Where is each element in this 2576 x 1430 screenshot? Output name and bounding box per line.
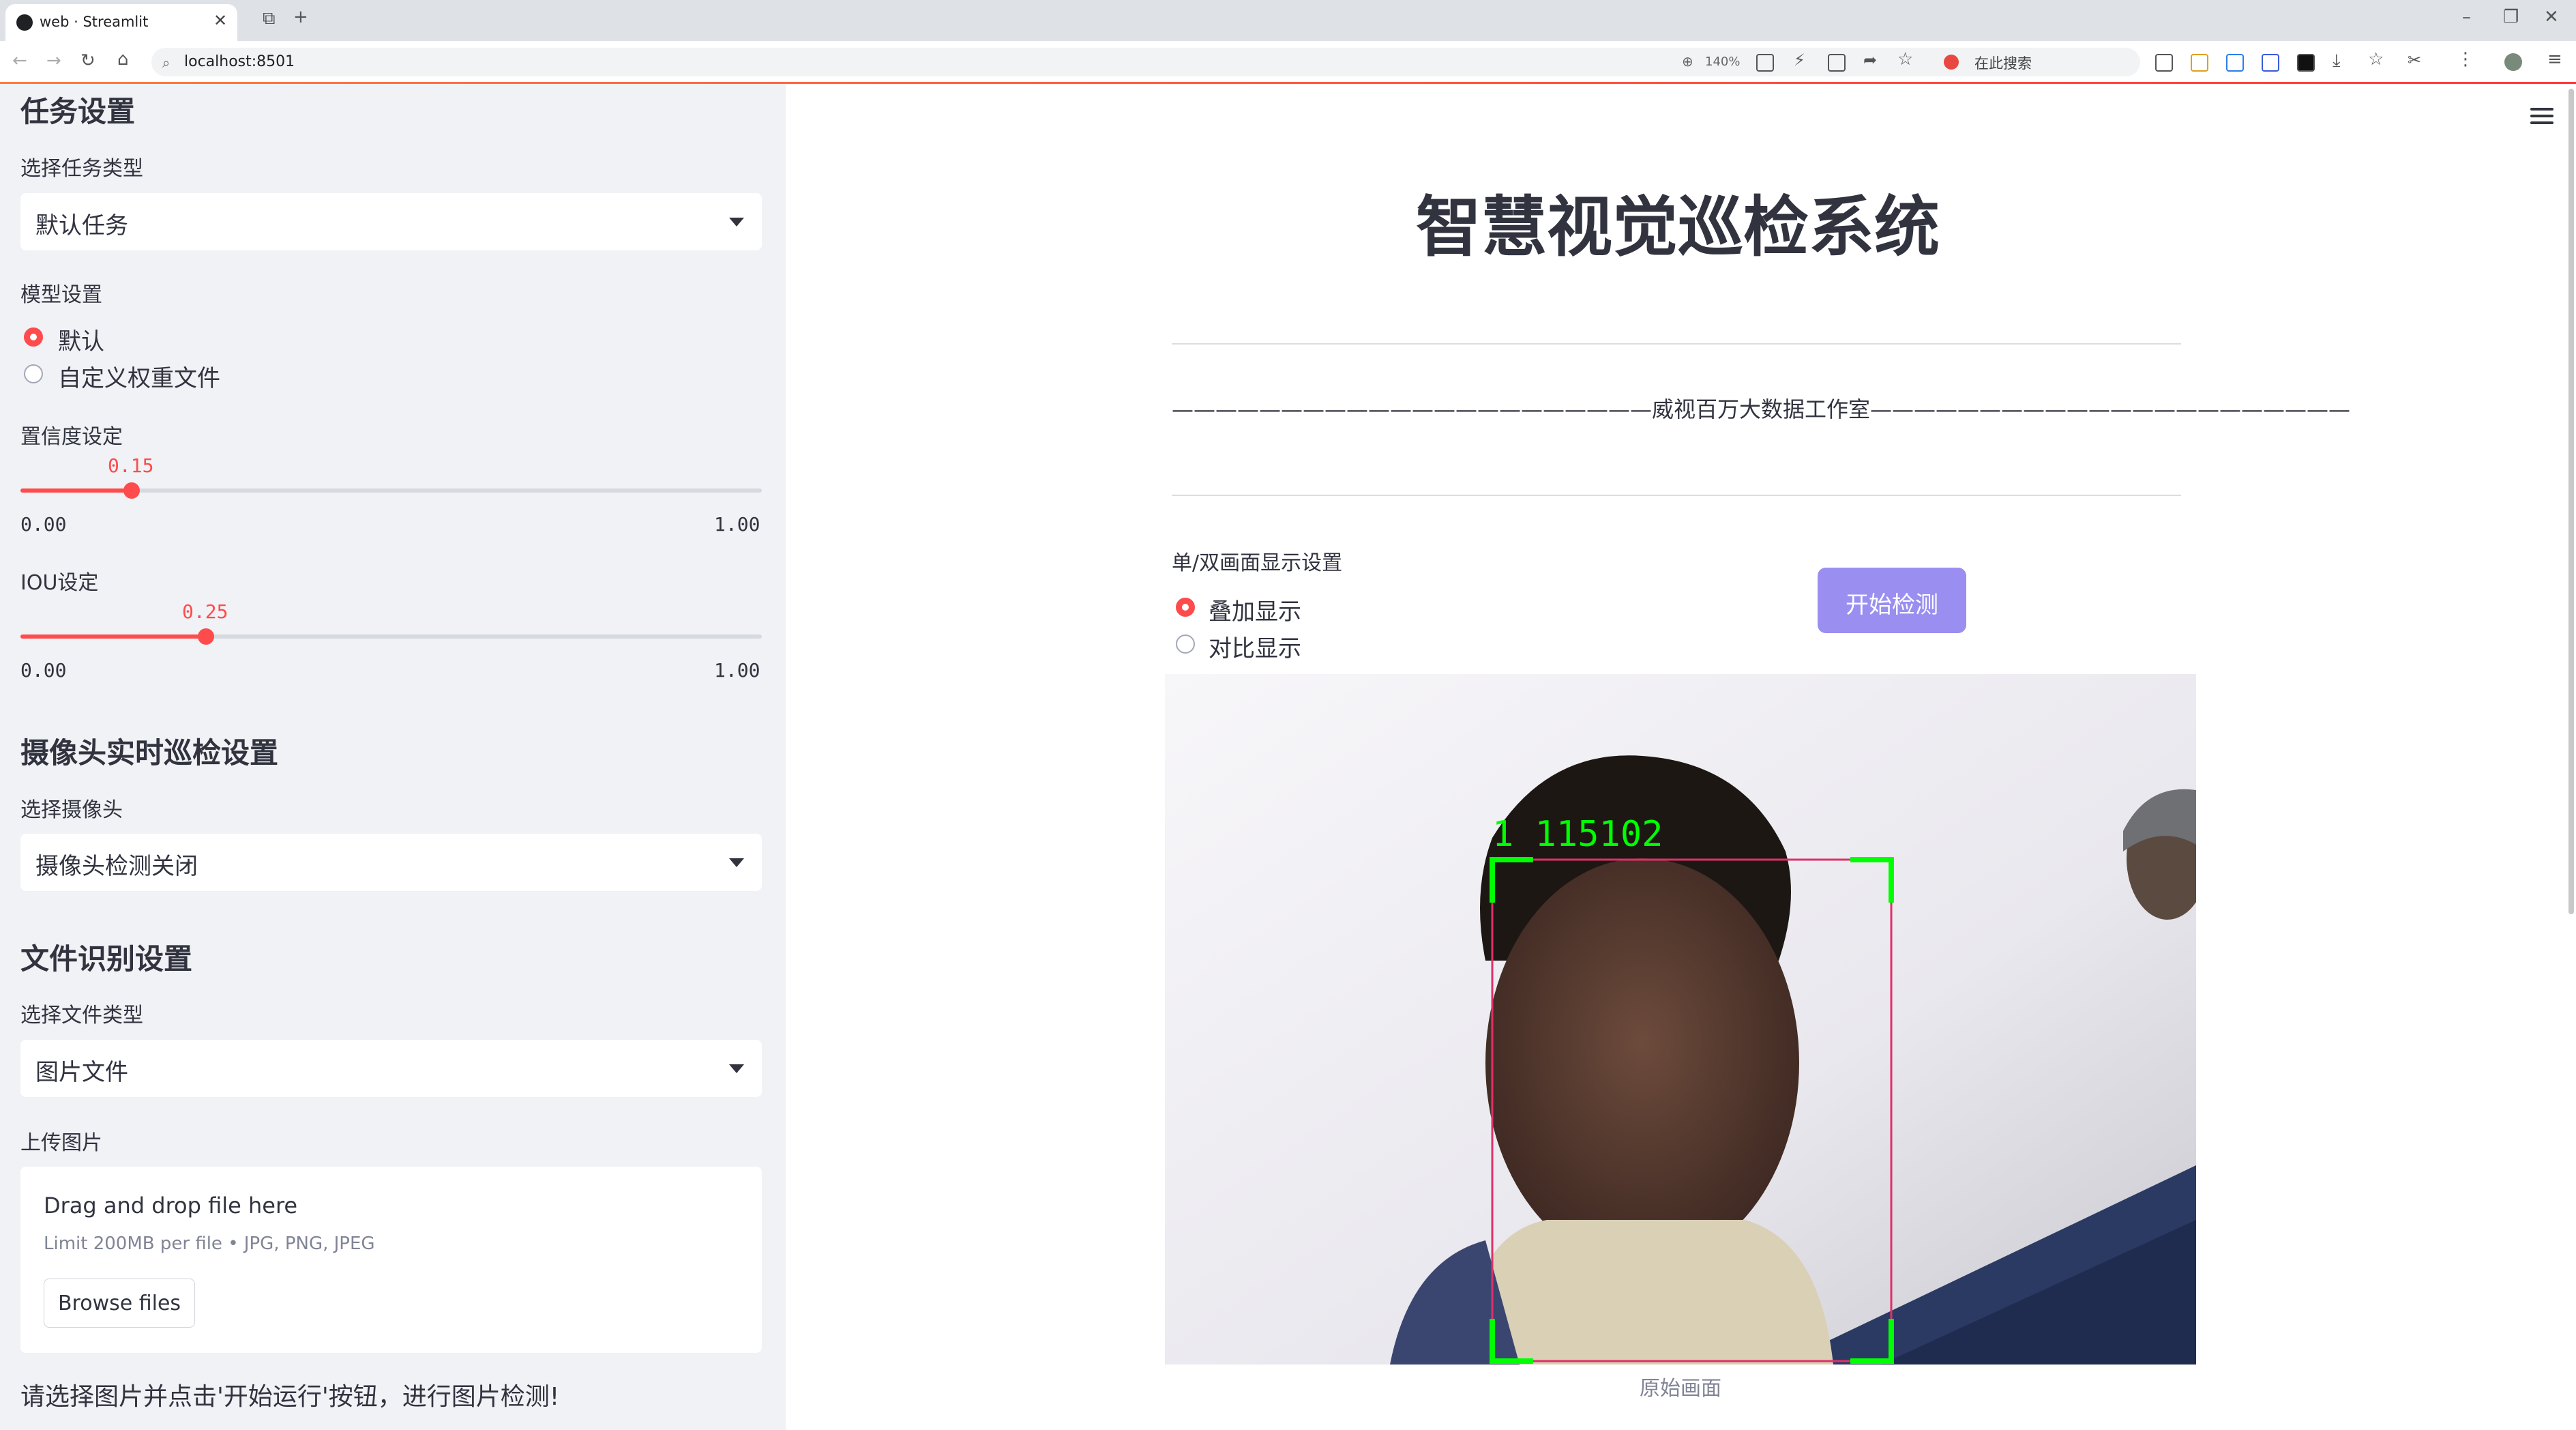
confidence-slider-fill: [20, 488, 132, 493]
confidence-min: 0.00: [20, 513, 67, 536]
tab-title: web · Streamlit: [40, 14, 149, 30]
hamburger-menu-icon[interactable]: [2530, 108, 2553, 124]
task-type-label: 选择任务类型: [20, 157, 143, 181]
confidence-label: 置信度设定: [20, 425, 123, 449]
browser-tab[interactable]: web · Streamlit ✕: [5, 4, 237, 41]
display-radio-compare[interactable]: [1176, 634, 1195, 654]
tab-group-icon[interactable]: ⧉: [263, 8, 276, 29]
search-icon: ⌕: [162, 55, 171, 71]
confidence-value: 0.15: [108, 454, 154, 477]
detection-label: 1 115102: [1492, 814, 1663, 855]
camera-frame-svg: 1 115102: [1165, 674, 2196, 1365]
camera-select[interactable]: 摄像头检测关闭: [20, 834, 762, 891]
reading-mode-icon[interactable]: [2155, 54, 2173, 72]
model-option-default: 默认: [58, 328, 104, 355]
task-type-select[interactable]: 默认任务: [20, 193, 762, 250]
camera-value: 摄像头检测关闭: [35, 853, 198, 880]
iou-slider-thumb[interactable]: [198, 628, 214, 645]
upload-label: 上传图片: [20, 1131, 102, 1155]
studio-subtitle: ——————————————————————威视百万大数据工作室————————…: [1172, 396, 2351, 422]
reload-icon[interactable]: ↻: [80, 50, 95, 71]
screenshot-icon[interactable]: [1828, 54, 1846, 72]
chevron-down-icon: [729, 218, 744, 227]
file-section-title: 文件识别设置: [20, 942, 193, 976]
file-type-select[interactable]: 图片文件: [20, 1040, 762, 1097]
minimize-icon[interactable]: –: [2462, 7, 2471, 27]
camera-label: 选择摄像头: [20, 798, 123, 822]
forward-icon[interactable]: →: [46, 50, 61, 71]
confidence-max: 1.00: [714, 513, 760, 536]
extension-3-icon[interactable]: [2262, 54, 2279, 72]
page-title: 智慧视觉巡检系统: [1416, 189, 1940, 265]
iou-label: IOU设定: [20, 571, 99, 595]
model-radio-custom[interactable]: [24, 364, 43, 383]
browser-search-box[interactable]: [1936, 48, 2140, 76]
zoom-icon[interactable]: ⊕: [1682, 53, 1693, 70]
dropzone-title: Drag and drop file here: [44, 1193, 298, 1219]
more-vert-icon[interactable]: ⋮: [2457, 49, 2474, 70]
iou-min: 0.00: [20, 659, 67, 682]
file-type-label: 选择文件类型: [20, 1004, 143, 1027]
download-icon[interactable]: ⤓: [2333, 50, 2341, 72]
file-type-value: 图片文件: [35, 1059, 128, 1086]
bookmark-star-icon[interactable]: ☆: [2368, 49, 2384, 70]
browse-files-label: Browse files: [57, 1292, 181, 1315]
url-text: localhost:8501: [184, 53, 295, 70]
display-mode-label: 单/双画面显示设置: [1172, 551, 1343, 575]
browser-tab-bar: [0, 0, 2576, 41]
iou-max: 1.00: [714, 659, 760, 682]
image-caption: 原始画面: [1640, 1377, 1721, 1401]
favorite-star-icon[interactable]: ☆: [1897, 49, 1913, 70]
divider-bottom: [1172, 495, 2181, 496]
display-radio-overlay[interactable]: [1176, 598, 1195, 617]
main-scrollbar[interactable]: [2568, 89, 2574, 914]
extension-2-icon[interactable]: [2226, 54, 2244, 72]
search-engine-icon: [1944, 55, 1959, 70]
iou-slider-fill: [20, 634, 206, 639]
home-icon[interactable]: ⌂: [117, 49, 129, 70]
display-option-compare: 对比显示: [1209, 635, 1301, 662]
window-close-icon[interactable]: ✕: [2544, 7, 2559, 27]
back-icon[interactable]: ←: [12, 50, 27, 71]
start-detection-label: 开始检测: [1846, 592, 1938, 619]
zoom-level: 140%: [1705, 55, 1741, 69]
extension-1-icon[interactable]: [2191, 54, 2208, 72]
dropzone-limit: Limit 200MB per file • JPG, PNG, JPEG: [44, 1234, 375, 1254]
upload-hint: 请选择图片并点击'开始运行'按钮，进行图片检测!: [20, 1383, 560, 1411]
browser-menu-icon[interactable]: ≡: [2547, 49, 2562, 70]
profile-avatar[interactable]: [2504, 53, 2522, 71]
streamlit-favicon-icon: [16, 14, 33, 31]
extension-4-icon[interactable]: [2297, 54, 2315, 72]
task-section-title: 任务设置: [20, 95, 136, 128]
model-radio-default[interactable]: [24, 327, 43, 347]
new-tab-icon[interactable]: +: [293, 7, 308, 27]
translate-icon[interactable]: [1756, 54, 1774, 72]
model-option-custom: 自定义权重文件: [58, 365, 220, 392]
start-detection-button[interactable]: 开始检测: [1818, 568, 1966, 633]
display-option-overlay: 叠加显示: [1209, 598, 1301, 626]
tab-close-icon[interactable]: ✕: [213, 11, 227, 30]
confidence-slider-thumb[interactable]: [123, 482, 140, 499]
bolt-icon[interactable]: ⚡: [1794, 50, 1805, 70]
share-icon[interactable]: ➦: [1863, 50, 1877, 70]
camera-section-title: 摄像头实时巡检设置: [20, 736, 279, 770]
chevron-down-icon: [729, 858, 744, 867]
divider-top: [1172, 343, 2181, 345]
browser-search-placeholder: 在此搜索: [1974, 55, 2032, 72]
browse-files-button[interactable]: Browse files: [44, 1279, 195, 1328]
restore-icon[interactable]: ❐: [2503, 7, 2519, 27]
iou-value: 0.25: [182, 600, 228, 623]
chevron-down-icon: [729, 1064, 744, 1073]
camera-frame-image: 1 115102: [1165, 674, 2196, 1365]
cut-tool-icon[interactable]: ✂: [2408, 50, 2421, 70]
model-label: 模型设置: [20, 283, 102, 307]
task-type-value: 默认任务: [35, 212, 128, 239]
